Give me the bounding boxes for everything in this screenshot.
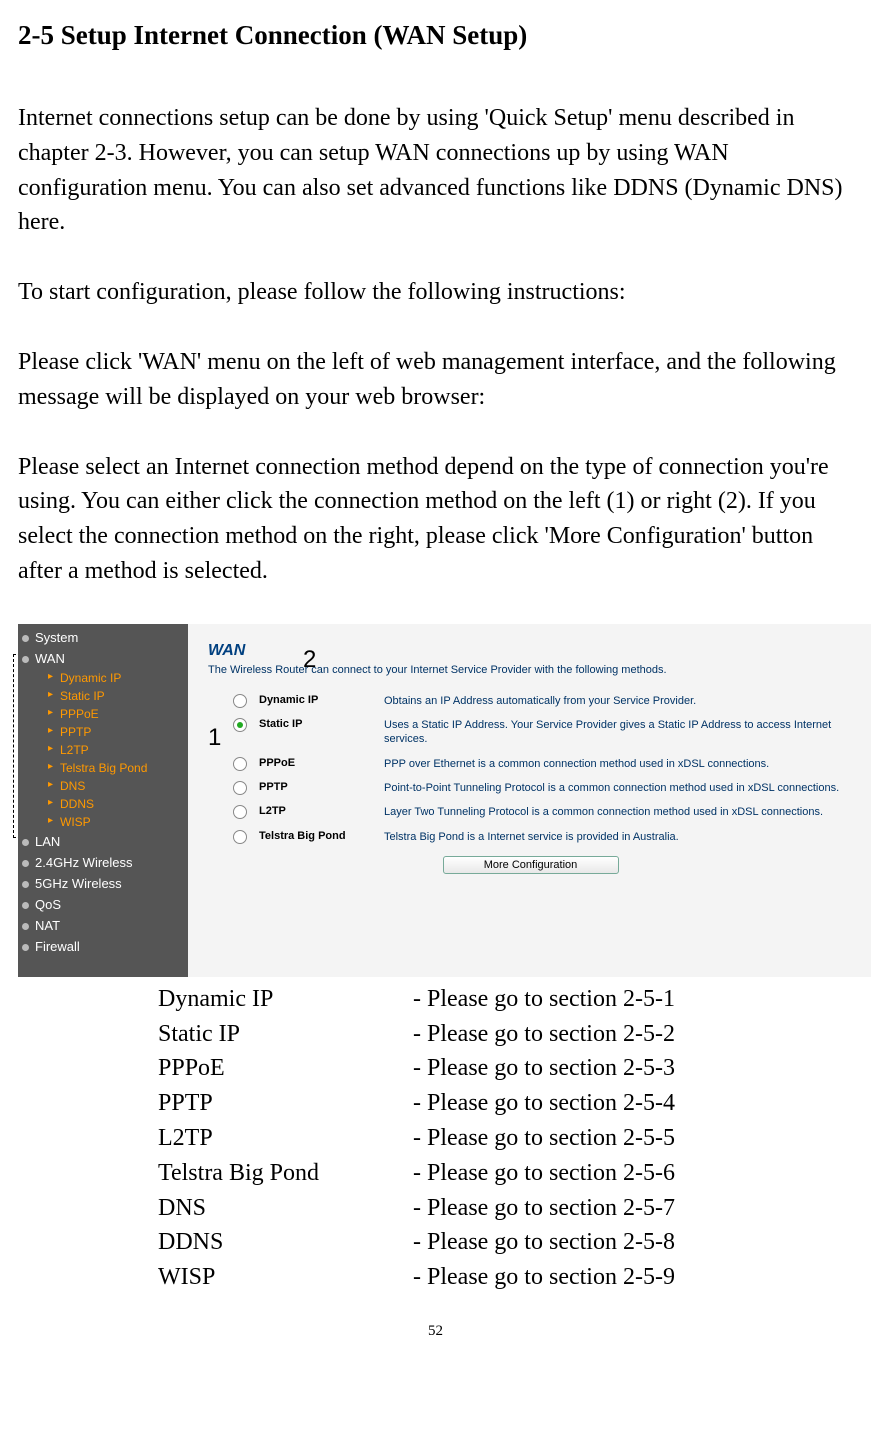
option-row-telstra: Telstra Big Pond Telstra Big Pond is a I…	[208, 830, 853, 844]
intro-paragraph-2: To start configuration, please follow th…	[18, 275, 853, 310]
ref-row: PPPoE - Please go to section 2-5-3	[158, 1051, 853, 1086]
ref-section: - Please go to section 2-5-3	[413, 1051, 675, 1086]
option-row-static-ip: Static IP Uses a Static IP Address. Your…	[208, 718, 853, 747]
ref-section: - Please go to section 2-5-7	[413, 1191, 675, 1226]
sidebar-sub-static-ip[interactable]: Static IP	[18, 687, 188, 705]
ref-row: Telstra Big Pond - Please go to section …	[158, 1156, 853, 1191]
router-screenshot: System WAN Dynamic IP Static IP PPPoE PP…	[18, 624, 871, 977]
radio-dynamic-ip[interactable]	[233, 694, 247, 708]
option-desc: Telstra Big Pond is a Internet service i…	[384, 830, 853, 844]
wan-panel: WAN The Wireless Router can connect to y…	[188, 624, 871, 977]
sidebar-item-system[interactable]: System	[18, 627, 188, 648]
radio-pppoe[interactable]	[233, 757, 247, 771]
sidebar-sub-pppoe[interactable]: PPPoE	[18, 705, 188, 723]
ref-section: - Please go to section 2-5-8	[413, 1225, 675, 1260]
ref-row: DNS - Please go to section 2-5-7	[158, 1191, 853, 1226]
ref-row: WISP - Please go to section 2-5-9	[158, 1260, 853, 1295]
ref-name: L2TP	[158, 1121, 413, 1156]
intro-paragraph-3: Please click 'WAN' menu on the left of w…	[18, 345, 853, 415]
option-desc: PPP over Ethernet is a common connection…	[384, 757, 853, 771]
sidebar-sub-ddns[interactable]: DDNS	[18, 795, 188, 813]
ref-section: - Please go to section 2-5-6	[413, 1156, 675, 1191]
ref-name: WISP	[158, 1260, 413, 1295]
option-desc: Point-to-Point Tunneling Protocol is a c…	[384, 781, 853, 795]
ref-name: PPPoE	[158, 1051, 413, 1086]
sidebar-sub-pptp[interactable]: PPTP	[18, 723, 188, 741]
option-row-dynamic-ip: Dynamic IP Obtains an IP Address automat…	[208, 694, 853, 708]
page-heading: 2-5 Setup Internet Connection (WAN Setup…	[18, 20, 853, 51]
ref-row: L2TP - Please go to section 2-5-5	[158, 1121, 853, 1156]
sidebar-item-lan[interactable]: LAN	[18, 831, 188, 852]
intro-paragraph-4: Please select an Internet connection met…	[18, 450, 853, 589]
sidebar-sub-dns[interactable]: DNS	[18, 777, 188, 795]
option-desc: Layer Two Tunneling Protocol is a common…	[384, 805, 853, 819]
option-row-pptp: PPTP Point-to-Point Tunneling Protocol i…	[208, 781, 853, 795]
ref-name: DDNS	[158, 1225, 413, 1260]
option-label: L2TP	[259, 805, 384, 817]
sidebar-item-qos[interactable]: QoS	[18, 894, 188, 915]
sidebar-item-wan[interactable]: WAN	[18, 648, 188, 669]
sidebar-item-5ghz[interactable]: 5GHz Wireless	[18, 873, 188, 894]
callout-label-1: 1	[208, 724, 221, 752]
more-configuration-button[interactable]: More Configuration	[443, 856, 619, 874]
sidebar-nav: System WAN Dynamic IP Static IP PPPoE PP…	[18, 624, 188, 977]
sidebar-sub-telstra[interactable]: Telstra Big Pond	[18, 759, 188, 777]
sidebar-sub-l2tp[interactable]: L2TP	[18, 741, 188, 759]
ref-row: Static IP - Please go to section 2-5-2	[158, 1017, 853, 1052]
ref-section: - Please go to section 2-5-2	[413, 1017, 675, 1052]
page-number: 52	[18, 1323, 853, 1340]
option-label: Static IP	[259, 718, 384, 730]
ref-section: - Please go to section 2-5-4	[413, 1086, 675, 1121]
option-label: Dynamic IP	[259, 694, 384, 706]
sidebar-item-firewall[interactable]: Firewall	[18, 936, 188, 957]
option-desc: Uses a Static IP Address. Your Service P…	[384, 718, 853, 747]
option-label: PPPoE	[259, 757, 384, 769]
ref-name: Dynamic IP	[158, 982, 413, 1017]
sidebar-sub-dynamic-ip[interactable]: Dynamic IP	[18, 669, 188, 687]
option-desc: Obtains an IP Address automatically from…	[384, 694, 853, 708]
intro-paragraph-1: Internet connections setup can be done b…	[18, 101, 853, 240]
option-row-l2tp: L2TP Layer Two Tunneling Protocol is a c…	[208, 805, 853, 819]
ref-row: Dynamic IP - Please go to section 2-5-1	[158, 982, 853, 1017]
radio-pptp[interactable]	[233, 781, 247, 795]
sidebar-sub-wisp[interactable]: WISP	[18, 813, 188, 831]
sidebar-item-24ghz[interactable]: 2.4GHz Wireless	[18, 852, 188, 873]
radio-static-ip[interactable]	[233, 718, 247, 732]
ref-section: - Please go to section 2-5-9	[413, 1260, 675, 1295]
ref-name: DNS	[158, 1191, 413, 1226]
sidebar-item-nat[interactable]: NAT	[18, 915, 188, 936]
ref-row: PPTP - Please go to section 2-5-4	[158, 1086, 853, 1121]
section-reference-list: Dynamic IP - Please go to section 2-5-1 …	[158, 982, 853, 1295]
ref-name: Telstra Big Pond	[158, 1156, 413, 1191]
option-row-pppoe: PPPoE PPP over Ethernet is a common conn…	[208, 757, 853, 771]
ref-row: DDNS - Please go to section 2-5-8	[158, 1225, 853, 1260]
ref-name: Static IP	[158, 1017, 413, 1052]
ref-name: PPTP	[158, 1086, 413, 1121]
radio-telstra[interactable]	[233, 830, 247, 844]
radio-l2tp[interactable]	[233, 805, 247, 819]
ref-section: - Please go to section 2-5-1	[413, 982, 675, 1017]
option-label: Telstra Big Pond	[259, 830, 384, 842]
callout-label-2: 2	[303, 646, 316, 674]
ref-section: - Please go to section 2-5-5	[413, 1121, 675, 1156]
option-label: PPTP	[259, 781, 384, 793]
